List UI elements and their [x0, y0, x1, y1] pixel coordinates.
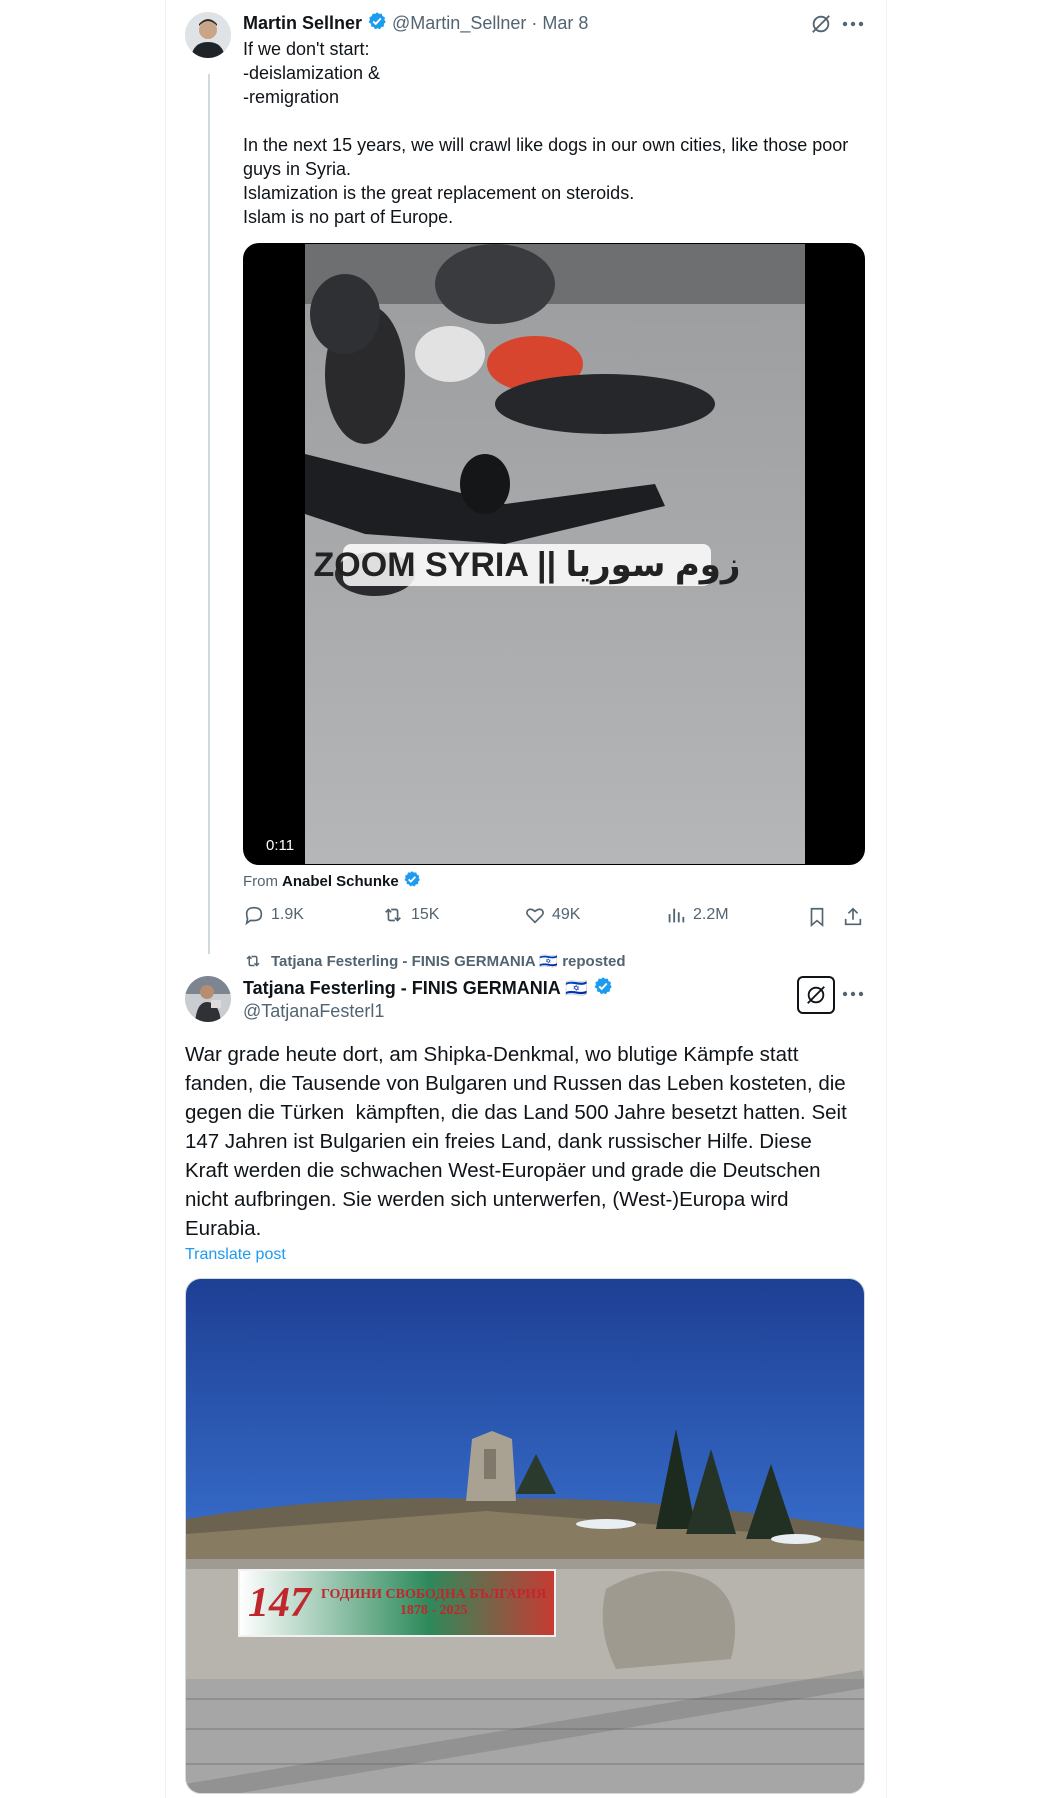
- post2-text-line: gegen die Türken kämpften, die das Land …: [185, 1101, 847, 1124]
- post1-text-line: guys in Syria.: [243, 159, 352, 179]
- post1-text-line: -remigration: [243, 87, 340, 107]
- post2-text-line: War grade heute dort, am Shipka-Denkmal,…: [185, 1043, 799, 1066]
- reply-button[interactable]: 1.9K: [243, 904, 304, 926]
- post1-separator: ·: [531, 12, 538, 33]
- post2-header: Tatjana Festerling - FINIS GERMANIA 🇮🇱: [243, 976, 613, 1001]
- post1-handle[interactable]: @Martin_Sellner: [392, 13, 526, 34]
- post1-from-attribution: From Anabel Schunke: [243, 870, 421, 892]
- post2-image[interactable]: 147 ГОДИНИ СВОБОДНА БЪЛГАРИЯ 1878 - 2025: [185, 1278, 865, 1794]
- reply-count: 1.9K: [271, 906, 304, 923]
- post1-date[interactable]: Mar 8: [542, 13, 588, 34]
- post2-text-line: 147 Jahren ist Bulgarien ein freies Land…: [185, 1130, 812, 1153]
- post2-text-line: Kraft werden die schwachen West-Europäer…: [185, 1159, 821, 1182]
- from-author[interactable]: Anabel Schunke: [282, 873, 399, 890]
- banner-years: 1878 - 2025: [399, 1603, 468, 1618]
- reply-icon: [245, 906, 263, 926]
- repost-count: 15K: [411, 906, 440, 923]
- shipka-monument-photo: [186, 1279, 864, 1793]
- verified-badge-icon: [403, 870, 421, 892]
- grok-icon[interactable]: [797, 976, 835, 1014]
- post2-text-line: fanden, die Tausende von Bulgaren und Ru…: [185, 1072, 846, 1095]
- like-count: 49K: [552, 906, 581, 923]
- banner-title: ГОДИНИ СВОБОДНА БЪЛГАРИЯ: [321, 1587, 547, 1602]
- post1-text-line: Islamization is the great replacement on…: [243, 183, 635, 203]
- post1-text-line: If we don't start:: [243, 39, 370, 59]
- repost-button[interactable]: 15K: [381, 904, 439, 926]
- like-button[interactable]: 49K: [524, 904, 580, 926]
- video-duration: 0:11: [260, 834, 301, 857]
- verified-badge-icon: [367, 11, 387, 36]
- post1-text-line: In the next 15 years, we will crawl like…: [243, 135, 849, 155]
- views-icon: [668, 908, 685, 923]
- more-icon[interactable]: [838, 980, 868, 1008]
- thread-connector-line: [208, 74, 210, 954]
- post1-author-name[interactable]: Martin Sellner: [243, 13, 362, 34]
- video-overlay-caption: ZOOM SYRIA || زوم سوريا: [313, 544, 741, 586]
- repost-header-text: Tatjana Festerling - FINIS GERMANIA 🇮🇱 r…: [271, 953, 626, 970]
- banner-number: 147: [248, 1580, 311, 1626]
- more-icon[interactable]: [838, 10, 868, 38]
- bookmark-icon[interactable]: [804, 904, 830, 930]
- post2-text-line: nicht aufbringen. Sie werden sich unterw…: [185, 1188, 789, 1211]
- share-icon[interactable]: [840, 904, 866, 930]
- post1-header: Martin Sellner @Martin_Sellner · Mar 8: [243, 10, 588, 36]
- post1-text-line: [243, 109, 873, 133]
- like-icon: [526, 908, 544, 924]
- video-frame: ZOOM SYRIA || زوم سوريا: [305, 244, 805, 864]
- post1-video[interactable]: ZOOM SYRIA || زوم سوريا 0:11: [243, 243, 865, 865]
- post1-text-line: Islam is no part of Europe.: [243, 207, 454, 227]
- views-button[interactable]: 2.2M: [665, 904, 729, 926]
- post1-text-line: -deislamization &: [243, 63, 381, 83]
- banner-text-block: ГОДИНИ СВОБОДНА БЪЛГАРИЯ 1878 - 2025: [321, 1587, 546, 1619]
- post1-text: If we don't start: -deislamization & -re…: [243, 37, 873, 229]
- post2-text-line: Eurabia.: [185, 1217, 262, 1240]
- views-count: 2.2M: [693, 906, 729, 923]
- post2-handle[interactable]: @TatjanaFesterl1: [243, 1001, 384, 1022]
- repost-icon: [385, 908, 401, 922]
- avatar-tatjana-festerling[interactable]: [185, 976, 231, 1022]
- post2-author-name[interactable]: Tatjana Festerling - FINIS GERMANIA 🇮🇱: [243, 978, 587, 999]
- monument-banner: 147 ГОДИНИ СВОБОДНА БЪЛГАРИЯ 1878 - 2025: [238, 1569, 556, 1637]
- avatar-martin-sellner[interactable]: [185, 12, 231, 58]
- repost-icon: [246, 955, 260, 967]
- repost-header[interactable]: Tatjana Festerling - FINIS GERMANIA 🇮🇱 r…: [243, 952, 626, 970]
- translate-post-link[interactable]: Translate post: [185, 1246, 286, 1264]
- grok-icon[interactable]: [806, 10, 836, 38]
- verified-badge-icon: [593, 976, 613, 1001]
- post2-text: War grade heute dort, am Shipka-Denkmal,…: [185, 1040, 875, 1243]
- from-label: From: [243, 872, 278, 890]
